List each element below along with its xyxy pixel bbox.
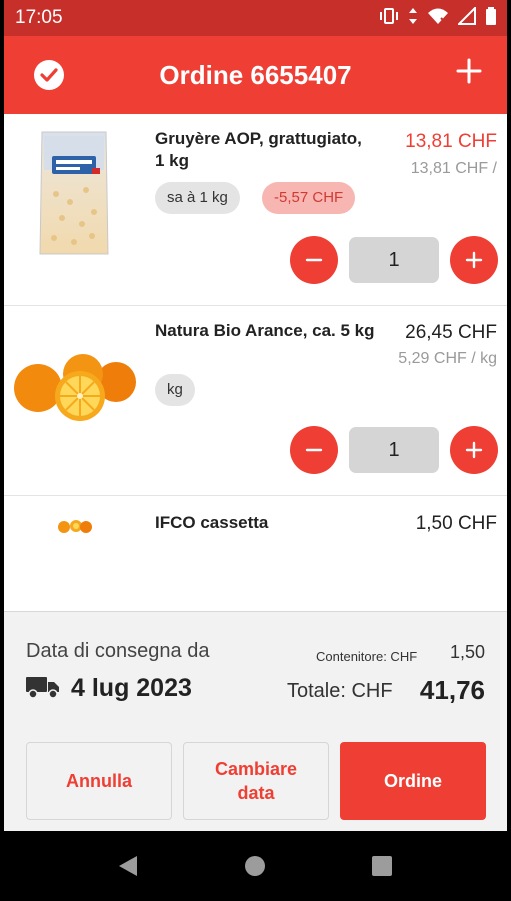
increase-quantity-button[interactable] <box>450 426 498 474</box>
home-icon[interactable] <box>245 856 265 876</box>
decrease-quantity-button[interactable] <box>290 426 338 474</box>
order-button-label: Ordine <box>383 771 442 791</box>
total-value: 41,76 <box>419 675 485 705</box>
plus-icon[interactable] <box>454 56 484 86</box>
delivery-date: 4 lug 2023 <box>71 674 192 702</box>
list-item[interactable]: IFCO cassetta 1,50 CHF <box>4 496 507 611</box>
item-price: 1,50 CHF <box>415 513 497 534</box>
oranges-product-image <box>8 352 140 422</box>
signal-icon <box>458 7 476 25</box>
item-name: Natura Bio Arance, ca. 5 kg <box>155 321 375 340</box>
recent-apps-icon[interactable] <box>372 856 392 876</box>
increase-quantity-button[interactable] <box>450 236 498 284</box>
status-bar: 17:05 <box>4 0 507 36</box>
vibrate-icon <box>380 8 398 24</box>
status-icons <box>379 7 497 25</box>
navigation-bar <box>0 831 511 901</box>
phone-screen: 17:05 Ordine 6655407 Gruyère AOP, grattu… <box>4 0 507 901</box>
quantity-field[interactable]: 1 <box>349 427 439 473</box>
list-item[interactable]: Natura Bio Arance, ca. 5 kg 26,45 CHF 5,… <box>4 306 507 496</box>
item-unit-chip: kg <box>155 374 195 406</box>
item-price: 26,45 CHF <box>405 322 497 343</box>
discount-badge: -5,57 CHF <box>262 182 356 214</box>
order-button[interactable]: Ordine <box>340 742 486 820</box>
list-item[interactable]: Gruyère AOP, grattugiato, 1 kg 13,81 CHF… <box>4 114 507 306</box>
item-price: 13,81 CHF <box>405 131 497 152</box>
order-item-list[interactable]: Gruyère AOP, grattugiato, 1 kg 13,81 CHF… <box>4 114 507 611</box>
back-icon[interactable] <box>118 855 138 877</box>
minus-icon <box>305 448 323 452</box>
item-unit-price: 13,81 CHF / <box>410 160 497 177</box>
change-date-button-label: Cambiare data <box>214 759 298 803</box>
battery-icon <box>486 7 496 25</box>
data-arrows-icon <box>409 8 417 24</box>
container-fee-value: 1,50 <box>449 642 485 662</box>
container-fee-label: Contenitore: CHF <box>316 649 418 664</box>
change-date-button[interactable]: Cambiare data <box>183 742 329 820</box>
minus-icon <box>305 258 323 262</box>
plus-icon <box>465 251 483 269</box>
wifi-icon <box>428 8 448 25</box>
cancel-button-label: Annulla <box>66 771 132 791</box>
delivery-label: Data di consegna da <box>26 640 210 662</box>
decrease-quantity-button[interactable] <box>290 236 338 284</box>
page-title: Ordine 6655407 <box>159 60 352 90</box>
item-unit-chip: sa à 1 kg <box>155 182 240 214</box>
item-name: IFCO cassetta <box>155 513 269 532</box>
cancel-button[interactable]: Annulla <box>26 742 172 820</box>
crate-product-image <box>56 518 94 536</box>
status-time: 17:05 <box>15 7 63 28</box>
quantity-field[interactable]: 1 <box>349 237 439 283</box>
truck-icon <box>26 677 59 699</box>
item-name: Gruyère AOP, grattugiato, 1 kg <box>155 129 362 170</box>
item-unit-price: 5,29 CHF / kg <box>398 350 497 367</box>
total-label: Totale: CHF <box>287 680 393 702</box>
plus-icon <box>465 441 483 459</box>
order-summary: Data di consegna da 4 lug 2023 Contenito… <box>4 611 507 831</box>
app-bar: Ordine 6655407 <box>4 36 507 114</box>
cheese-product-image <box>36 128 112 258</box>
